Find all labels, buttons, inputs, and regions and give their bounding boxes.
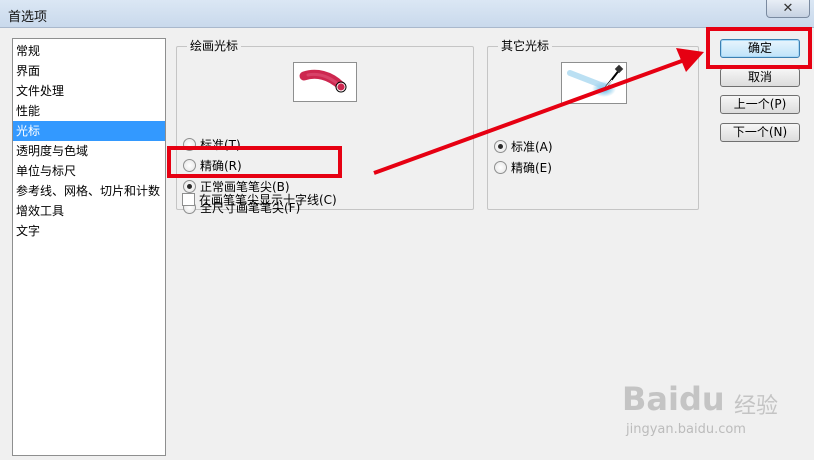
category-item-transparency[interactable]: 透明度与色域	[13, 141, 165, 161]
radio-standard-a[interactable]	[494, 139, 507, 153]
painting-option-standard[interactable]: 标准(T)	[183, 135, 241, 153]
window-title: 首选项	[8, 10, 48, 25]
option-label: 标准(T)	[200, 137, 241, 152]
painting-cursors-label: 绘画光标	[187, 39, 242, 53]
category-item-type[interactable]: 文字	[13, 221, 165, 241]
eyedropper-preview	[561, 62, 627, 104]
option-label: 精确(E)	[511, 160, 552, 175]
close-icon: ✕	[782, 1, 794, 16]
cancel-button[interactable]: 取消	[720, 68, 800, 87]
close-button[interactable]: ✕	[766, 0, 810, 18]
other-cursors-label: 其它光标	[498, 39, 553, 53]
category-item-cursors[interactable]: 光标	[13, 121, 165, 141]
category-item-general[interactable]: 常规	[13, 41, 165, 61]
crosshair-checkbox[interactable]	[182, 192, 195, 206]
other-option-standard[interactable]: 标准(A)	[494, 137, 553, 155]
radio-precise-r[interactable]	[183, 158, 196, 172]
eyedropper-icon	[567, 64, 624, 97]
title-bar: 首选项 ✕	[0, 0, 814, 28]
dialog-client: 常规 界面 文件处理 性能 光标 透明度与色域 单位与标尺 参考线、网格、切片和…	[0, 28, 814, 460]
category-list[interactable]: 常规 界面 文件处理 性能 光标 透明度与色域 单位与标尺 参考线、网格、切片和…	[12, 38, 166, 456]
ok-button[interactable]: 确定	[720, 39, 800, 58]
other-option-precise[interactable]: 精确(E)	[494, 158, 552, 176]
crosshair-checkbox-row[interactable]: 在画笔笔尖显示十字线(C)	[182, 190, 337, 208]
radio-precise-e[interactable]	[494, 160, 507, 174]
prev-button[interactable]: 上一个(P)	[720, 95, 800, 114]
brush-preview	[293, 62, 357, 102]
category-item-plugins[interactable]: 增效工具	[13, 201, 165, 221]
category-item-guides-grid[interactable]: 参考线、网格、切片和计数	[13, 181, 165, 201]
option-label: 标准(A)	[511, 139, 553, 154]
painting-option-precise[interactable]: 精确(R)	[183, 156, 242, 174]
option-label: 精确(R)	[200, 158, 242, 173]
next-button[interactable]: 下一个(N)	[720, 123, 800, 142]
category-item-interface[interactable]: 界面	[13, 61, 165, 81]
crosshair-checkbox-label: 在画笔笔尖显示十字线(C)	[199, 192, 337, 207]
category-item-units-rulers[interactable]: 单位与标尺	[13, 161, 165, 181]
painting-cursors-group: 绘画光标 标准(T) 精确(R) 正常画笔笔尖(B) 全尺寸画笔笔尖(F)	[176, 39, 474, 215]
radio-standard-t[interactable]	[183, 137, 196, 151]
category-item-file-handling[interactable]: 文件处理	[13, 81, 165, 101]
category-item-performance[interactable]: 性能	[13, 101, 165, 121]
other-cursors-group: 其它光标 标准(A) 精确(E)	[487, 39, 699, 210]
brush-stroke-icon	[299, 69, 347, 93]
